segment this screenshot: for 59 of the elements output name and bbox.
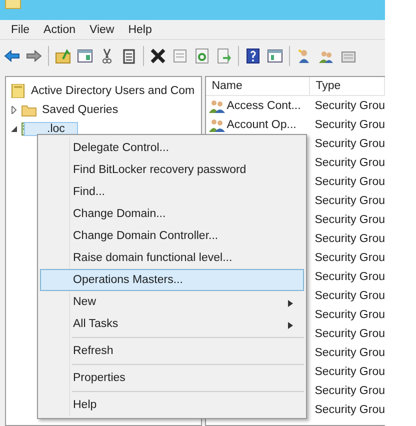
- collapse-triangle-icon[interactable]: [10, 124, 18, 132]
- table-cell-text: Security Grou: [314, 118, 385, 130]
- delete-icon[interactable]: [150, 48, 166, 64]
- export-icon[interactable]: [216, 48, 232, 64]
- table-cell-text: Security Grou: [314, 232, 385, 244]
- help-icon[interactable]: [245, 48, 261, 64]
- table-cell-text: Security Grou: [314, 290, 385, 302]
- table-cell-text: Security Grou: [314, 270, 385, 282]
- table-cell-text: Security Grou: [314, 156, 385, 168]
- menu-item[interactable]: View: [82, 24, 122, 36]
- group-icon: [208, 118, 225, 132]
- table-cell-text: Security Grou: [314, 252, 385, 264]
- pane-icon[interactable]: [267, 48, 283, 64]
- folder-up-icon[interactable]: [55, 48, 71, 64]
- table-cell-text: Security Grou: [314, 328, 385, 340]
- table-cell-text: Security Grou: [314, 366, 385, 378]
- group-icon: [208, 98, 225, 112]
- properties-icon[interactable]: [172, 48, 188, 64]
- table-cell-text: Security Grou: [314, 346, 385, 358]
- table-cell-text: Security Grou: [314, 138, 385, 150]
- table-cell-text: Security Grou: [314, 100, 385, 112]
- table-cell-text: Security Grou: [314, 176, 385, 188]
- directory-book-icon: [10, 84, 26, 98]
- tree-item[interactable]: .loc: [24, 122, 78, 136]
- tree-item[interactable]: Saved Queries: [40, 104, 120, 116]
- back-arrow-icon[interactable]: [4, 48, 20, 64]
- menu-item[interactable]: Change Domain Controller...: [40, 225, 304, 247]
- pane-icon[interactable]: [77, 48, 93, 64]
- column-header[interactable]: Type: [310, 77, 385, 95]
- column-header[interactable]: Name: [206, 77, 310, 95]
- app-icon: [5, 0, 21, 9]
- table-cell: Access Cont...: [226, 100, 301, 112]
- table-cell-text: Security Grou: [314, 384, 385, 396]
- folder-icon: [21, 102, 37, 116]
- menu-item[interactable]: Delegate Control...: [40, 137, 304, 159]
- table-cell-text: Security Grou: [314, 404, 385, 416]
- table-cell-text: Security Grou: [314, 308, 385, 320]
- table-cell-text: Security Grou: [314, 214, 385, 226]
- forward-arrow-icon[interactable]: [26, 48, 42, 64]
- menu-item[interactable]: Raise domain functional level...: [40, 247, 304, 269]
- menu-item[interactable]: Help: [121, 24, 159, 36]
- menu-item[interactable]: All Tasks: [40, 313, 304, 335]
- table-cell: Account Op...: [226, 118, 296, 130]
- menu-item[interactable]: File: [4, 24, 37, 36]
- clipboard-icon[interactable]: [121, 48, 137, 64]
- menu-item[interactable]: Refresh: [40, 340, 304, 362]
- menu-item[interactable]: Operations Masters...: [40, 269, 304, 291]
- table-cell-text: Security Grou: [314, 194, 385, 206]
- menu-item[interactable]: Help: [40, 394, 304, 416]
- expand-triangle-icon[interactable]: [10, 106, 18, 114]
- menu-item[interactable]: Properties: [40, 367, 304, 389]
- menu-item[interactable]: New: [40, 291, 304, 313]
- tree-item[interactable]: Active Directory Users and Com: [29, 84, 197, 96]
- refresh-icon[interactable]: [194, 48, 210, 64]
- menu-item[interactable]: Change Domain...: [40, 203, 304, 225]
- menu-item[interactable]: Find...: [40, 181, 304, 203]
- user-icon[interactable]: [296, 48, 312, 64]
- menu-item[interactable]: Find BitLocker recovery password: [40, 159, 304, 181]
- menu-item[interactable]: Action: [36, 24, 82, 36]
